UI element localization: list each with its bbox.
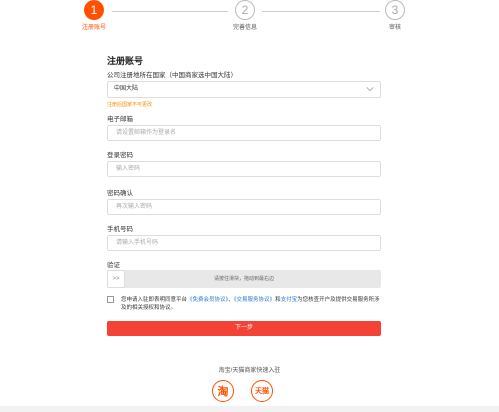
password-field[interactable]: 输入密码 bbox=[107, 161, 381, 177]
step-indicator: 1 注册账号 2 完善信息 3 审核 bbox=[0, 0, 499, 40]
chevron-down-icon bbox=[366, 87, 374, 92]
step-3: 3 审核 bbox=[365, 0, 425, 31]
taobao-logo-icon[interactable]: 淘 bbox=[212, 380, 234, 402]
step-connector bbox=[112, 11, 228, 12]
confirm-password-field[interactable]: 再次输入密码 bbox=[107, 199, 381, 215]
country-select-value: 中国大陆 bbox=[114, 86, 139, 92]
password-label: 登录密码 bbox=[107, 152, 133, 159]
email-field[interactable]: 请设置邮箱作为登录名 bbox=[107, 125, 381, 141]
page-title: 注册账号 bbox=[107, 56, 144, 66]
alipay-link[interactable]: 支付宝 bbox=[281, 297, 298, 303]
country-label: 公司注册地所在国家（中国商家选中国大陆） bbox=[107, 72, 237, 79]
step-3-label: 审核 bbox=[388, 25, 401, 31]
step-1: 1 注册账号 bbox=[64, 0, 124, 31]
phone-field[interactable]: 请输入手机号码 bbox=[107, 235, 381, 251]
step-2: 2 完善信息 bbox=[215, 0, 275, 31]
slider-captcha[interactable]: 请按住滑块，拖动到最右边 >> bbox=[107, 270, 381, 288]
country-select[interactable]: 中国大陆 bbox=[107, 81, 381, 98]
phone-label: 手机号码 bbox=[107, 226, 133, 233]
free-member-agreement-link[interactable]: 《免费会员协议》 bbox=[187, 297, 228, 303]
agree-checkbox[interactable] bbox=[107, 296, 114, 303]
agreement-text: 您申请入驻即表明同意平台《免费会员协议》、《交易服务协议》和支付宝为您核查开户及… bbox=[121, 296, 381, 312]
trade-service-agreement-link[interactable]: 《交易服务协议》 bbox=[234, 297, 275, 303]
country-warning: 注册后国家不可更改 bbox=[107, 102, 153, 108]
next-button[interactable]: 下一步 bbox=[107, 321, 381, 336]
slider-hint: 请按住滑块，拖动到最右边 bbox=[213, 276, 274, 282]
step-connector bbox=[262, 11, 380, 12]
step-2-number: 2 bbox=[235, 0, 255, 20]
step-1-label: 注册账号 bbox=[81, 25, 106, 31]
verify-label: 验证 bbox=[107, 262, 120, 269]
email-label: 电子邮箱 bbox=[107, 116, 133, 123]
step-2-label: 完善信息 bbox=[232, 25, 257, 31]
slider-handle[interactable]: >> bbox=[107, 270, 125, 288]
quick-entry-text: 淘宝/天猫商家快速入驻 bbox=[218, 368, 281, 374]
tmall-logo-icon[interactable]: 天猫 bbox=[251, 380, 273, 402]
confirm-password-label: 密码确认 bbox=[107, 190, 133, 197]
step-3-number: 3 bbox=[385, 0, 405, 20]
bottom-bar bbox=[0, 406, 499, 412]
agreement-prefix: 您申请入驻即表明同意平台 bbox=[121, 297, 188, 303]
step-1-number: 1 bbox=[84, 0, 104, 20]
